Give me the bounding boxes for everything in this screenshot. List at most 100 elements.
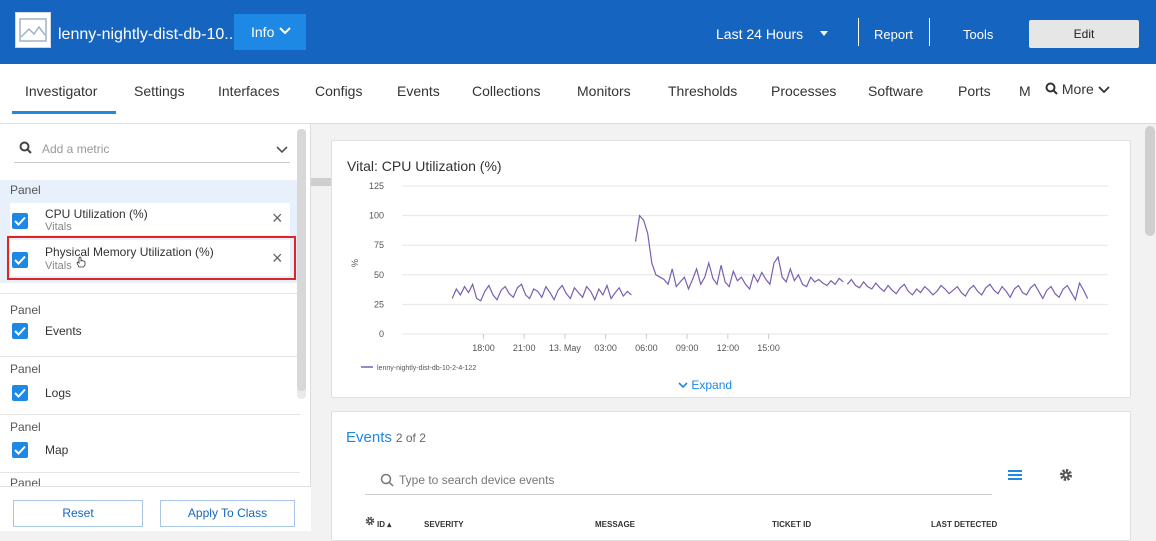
tab-processes[interactable]: Processes [771,83,836,99]
y-tick-label: 100 [369,211,384,221]
panel-heading: Panel [10,420,41,434]
scrollbar-thumb[interactable] [297,129,306,391]
expand-label: Expand [691,378,733,392]
panel-heading: Panel [10,362,41,376]
divider [0,414,300,415]
x-tick-label: 21:00 [513,343,536,353]
tab-events[interactable]: Events [397,83,440,99]
sidebar-scrollbar[interactable] [297,129,306,399]
panel-item-label: Map [45,443,69,457]
tab-settings[interactable]: Settings [134,83,185,99]
tab-interfaces[interactable]: Interfaces [218,83,279,99]
tab-truncated[interactable]: M [1019,83,1031,99]
panel-heading: Panel [10,183,41,197]
y-tick-label: 75 [374,240,384,250]
cpu-chart-card: Vital: CPU Utilization (%) 0 25 50 75 100 125… [331,140,1131,398]
tab-monitors[interactable]: Monitors [577,83,631,99]
main-scrollbar[interactable] [1145,126,1155,236]
divider [0,472,300,473]
add-metric-input[interactable]: Add a metric [14,135,290,163]
tab-bar: Investigator Settings Interfaces Configs… [0,64,1156,186]
series-line [634,214,844,291]
search-icon [380,473,394,487]
caret-down-icon [820,31,828,36]
chevron-down-icon [279,27,291,35]
gear-icon[interactable] [365,516,375,526]
tab-software[interactable]: Software [868,83,923,99]
panel-item-logs[interactable]: Logs [10,382,290,404]
panel-item-label: Logs [45,386,72,400]
divider [929,18,930,46]
chevron-down-icon[interactable] [276,146,288,154]
apply-to-class-button[interactable]: Apply To Class [160,500,295,527]
info-dropdown-button[interactable]: Info [234,14,306,50]
events-title[interactable]: Events [346,429,392,446]
add-metric-placeholder: Add a metric [42,142,110,156]
y-axis-label: % [350,259,360,267]
chevron-down-icon [1098,86,1110,94]
series-line [846,278,1089,302]
y-tick-label: 50 [374,270,384,280]
panel-item-label: Events [45,324,82,338]
x-tick-label: 06:00 [635,343,658,353]
gear-icon[interactable] [1059,468,1073,482]
tab-ports[interactable]: Ports [958,83,991,99]
x-tick-label: 13. May [549,343,582,353]
checkbox[interactable] [12,213,28,229]
tab-investigator[interactable]: Investigator [25,83,97,99]
tab-collections[interactable]: Collections [472,83,540,99]
search-icon [19,141,32,154]
column-header-id[interactable]: ID ▴ [377,520,391,529]
metrics-sidebar: Add a metric Panel CPU Utilization (%) V… [0,124,311,531]
list-view-icon[interactable] [1008,469,1022,481]
checkbox[interactable] [12,323,28,339]
checkbox[interactable] [12,385,28,401]
column-header-message[interactable]: MESSAGE [595,520,635,529]
x-tick-label: 09:00 [676,343,699,353]
events-title-wrap: Events 2 of 2 [346,429,426,446]
y-tick-label: 0 [379,329,384,339]
y-tick-label: 125 [369,181,384,191]
tab-thresholds[interactable]: Thresholds [668,83,737,99]
metric-item-cpu[interactable]: CPU Utilization (%) Vitals × [10,203,290,235]
more-label: More [1061,81,1094,97]
device-name[interactable]: lenny-nightly-dist-db-10... [58,26,238,44]
top-bar: lenny-nightly-dist-db-10... Info Last 24… [0,0,1156,64]
events-card: Events 2 of 2 Type to search device event… [331,411,1131,541]
panel-item-map[interactable]: Map [10,439,290,461]
tab-configs[interactable]: Configs [315,83,362,99]
column-header-ticket-id[interactable]: TICKET ID [772,520,811,529]
report-button[interactable]: Report [874,27,913,42]
tools-button[interactable]: Tools [963,27,993,42]
panel-heading: Panel [10,303,41,317]
active-tab-indicator [12,111,116,114]
legend-label: lenny-nightly-dist-db-10-2-4-122 [377,365,476,372]
x-tick-label: 15:00 [757,343,780,353]
more-tabs-button[interactable]: More [1045,81,1110,97]
reset-button[interactable]: Reset [13,500,143,527]
events-count: 2 of 2 [395,431,426,445]
time-range-select[interactable]: Last 24 Hours [704,22,842,46]
time-range-label: Last 24 Hours [716,26,804,42]
panel-item-events[interactable]: Events [10,320,290,342]
remove-icon[interactable]: × [272,208,283,229]
sidebar-footer: Reset Apply To Class [0,486,311,531]
info-label: Info [251,24,275,40]
column-header-last-detected[interactable]: LAST DETECTED [931,520,997,529]
checkbox[interactable] [12,442,28,458]
highlight-box [7,236,296,280]
divider [0,293,300,294]
metric-category: Vitals [45,221,72,233]
column-label: ID [377,520,385,529]
series-line [451,282,632,302]
event-search-placeholder: Type to search device events [399,473,555,487]
device-image-icon [15,12,51,48]
column-header-severity[interactable]: SEVERITY [424,520,464,529]
expand-button[interactable]: Expand [678,378,732,392]
edit-button[interactable]: Edit [1029,20,1139,48]
divider [0,356,300,357]
event-search-input[interactable]: Type to search device events [365,467,992,495]
y-tick-label: 25 [374,299,384,309]
chevron-down-icon [678,382,688,389]
x-tick-label: 12:00 [717,343,740,353]
